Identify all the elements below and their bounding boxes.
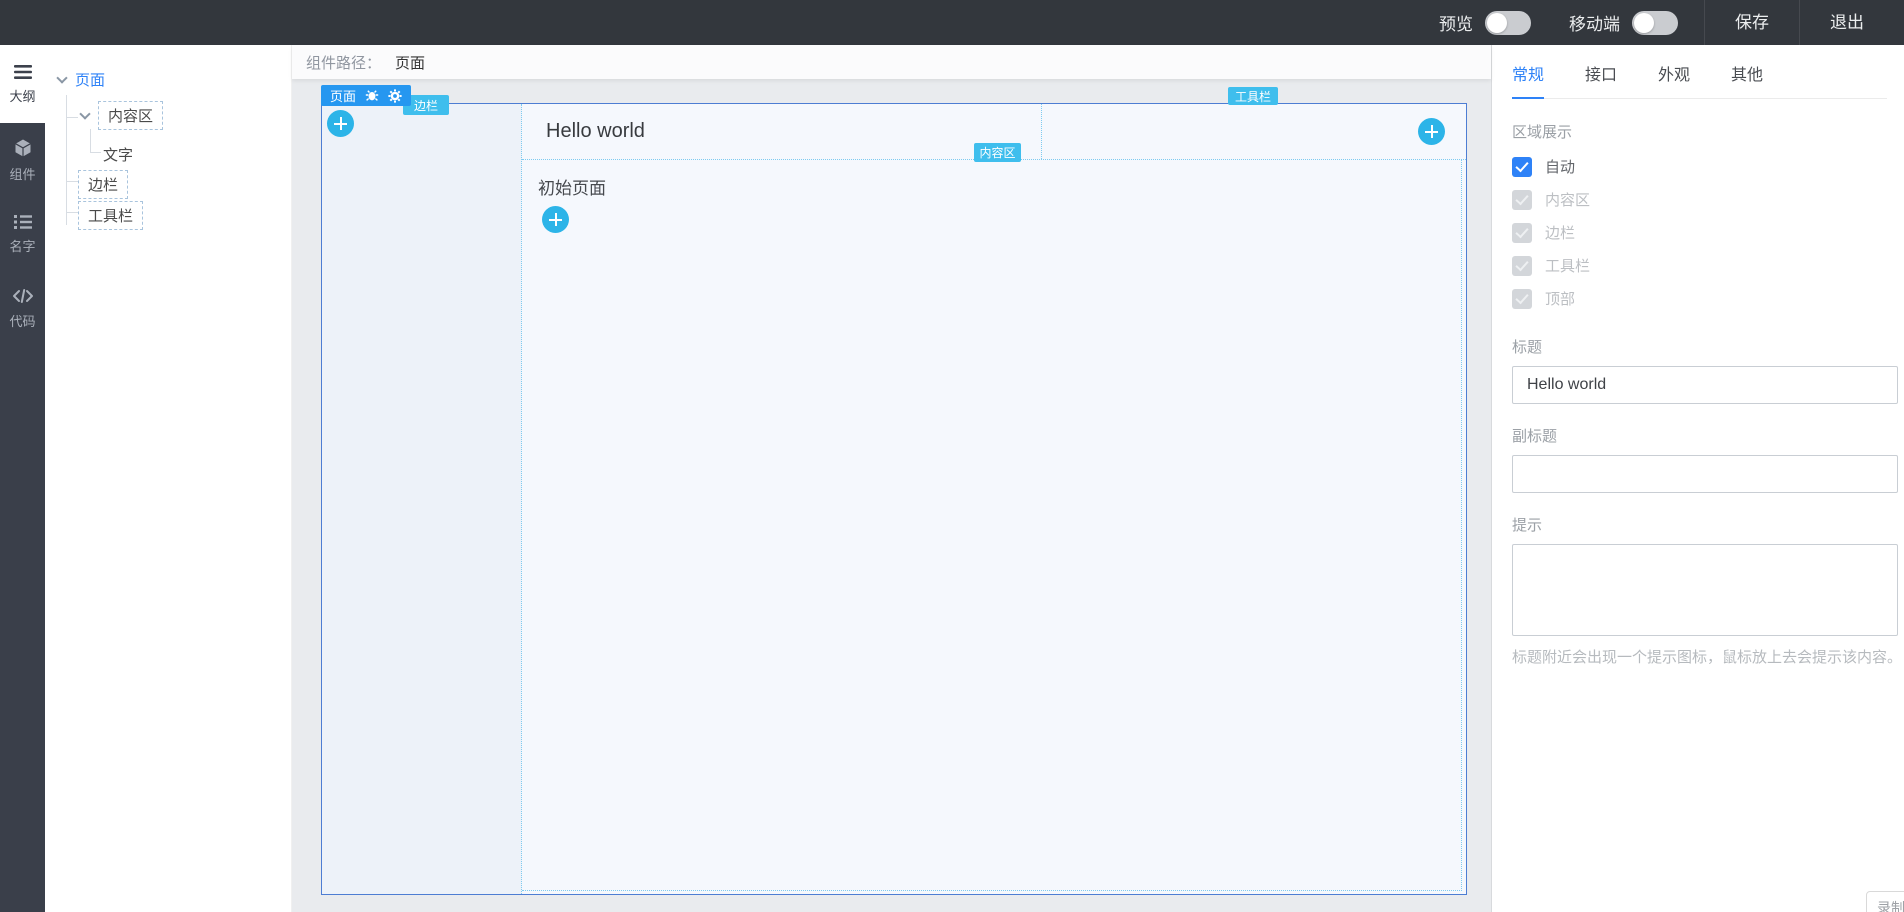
tree-node-label[interactable]: 页面 — [75, 69, 105, 90]
checkbox-label: 内容区 — [1545, 192, 1591, 209]
tab-appearance[interactable]: 外观 — [1658, 61, 1690, 85]
page-tag-label: 页面 — [330, 89, 357, 104]
rail-item-label: 组件 — [9, 166, 36, 182]
breadcrumb-page-link[interactable]: 页面 — [395, 52, 425, 73]
rail-item-outline[interactable]: 大纲 — [0, 45, 45, 123]
app-root: 预览 移动端 保存 退出 大纲 组件 名字 代码 页面 内容区 文字 边栏 工具… — [0, 0, 1904, 912]
toolbar-region-tag[interactable]: 工具栏 — [1228, 87, 1278, 105]
page-frame[interactable]: Hello world 初始页面 — [321, 103, 1467, 895]
code-icon — [12, 287, 34, 305]
add-component-button-sidebar[interactable] — [327, 110, 354, 137]
names-icon — [13, 214, 33, 230]
tip-textarea[interactable] — [1512, 544, 1898, 636]
bug-icon[interactable] — [365, 89, 379, 102]
page-content-region[interactable]: 初始页面 — [522, 160, 1462, 891]
sidebar-tag-label: 边栏 — [413, 98, 438, 113]
mobile-toggle-label: 移动端 — [1569, 15, 1620, 34]
rail-item-names[interactable]: 名字 — [0, 197, 45, 271]
save-button[interactable]: 保存 — [1705, 0, 1799, 45]
toggle-knob — [1634, 12, 1654, 33]
page-title[interactable]: Hello world — [522, 120, 645, 143]
tab-api[interactable]: 接口 — [1585, 61, 1617, 85]
page-component-tag[interactable]: 页面 — [321, 85, 412, 106]
tree-node-text[interactable]: 文字 — [101, 141, 135, 168]
checkbox-label: 自动 — [1545, 159, 1576, 176]
tree-node-label[interactable]: 文字 — [101, 141, 135, 168]
toggle-knob — [1487, 12, 1507, 33]
checkbox-label: 边栏 — [1545, 225, 1576, 242]
add-component-button-toolbar[interactable] — [1418, 118, 1445, 145]
page-sidebar-region[interactable] — [322, 104, 522, 894]
checkbox-disabled-icon — [1512, 255, 1532, 276]
tip-help-text: 标题附近会出现一个提示图标，鼠标放上去会提示该内容。 — [1512, 649, 1903, 666]
inspector-tabs: 常规 接口 外观 其他 — [1512, 61, 1887, 99]
tree-node-label[interactable]: 边栏 — [78, 170, 129, 199]
tree-node-sidebar[interactable]: 边栏 — [78, 170, 129, 199]
checkbox-label: 工具栏 — [1545, 258, 1591, 275]
rail-item-label: 代码 — [9, 313, 36, 329]
tip-field-label: 提示 — [1512, 517, 1543, 534]
tree-node-page[interactable]: 页面 — [56, 69, 105, 90]
preview-toggle-label: 预览 — [1439, 15, 1473, 34]
checkbox-row-sidebar: 边栏 — [1512, 222, 1887, 243]
component-tree-panel: 页面 内容区 文字 边栏 工具栏 — [45, 45, 292, 912]
tab-other[interactable]: 其他 — [1731, 61, 1763, 85]
tree-connector — [90, 129, 91, 152]
tree-connector — [66, 117, 78, 118]
breadcrumb: 组件路径： 页面 — [292, 45, 1491, 79]
left-icon-rail: 大纲 组件 名字 代码 — [0, 45, 45, 912]
checkbox-row-top: 顶部 — [1512, 288, 1887, 309]
title-field-label: 标题 — [1512, 339, 1543, 356]
content-region-tag[interactable]: 内容区 — [974, 143, 1021, 162]
canvas: 组件路径： 页面 页面 边栏 工具栏 内容区 Hello world 初始页面 — [292, 45, 1491, 912]
mobile-toggle[interactable] — [1632, 10, 1678, 35]
rail-item-components[interactable]: 组件 — [0, 123, 45, 197]
checkbox-checked-icon[interactable] — [1512, 156, 1532, 177]
subtitle-input[interactable] — [1512, 455, 1898, 493]
rail-item-label: 名字 — [9, 238, 36, 254]
record-button[interactable]: 录制 — [1866, 891, 1904, 912]
breadcrumb-label: 组件路径： — [306, 54, 382, 72]
chevron-down-icon[interactable] — [79, 107, 91, 120]
title-input[interactable] — [1512, 366, 1898, 404]
settings-icon[interactable] — [388, 88, 402, 103]
region-display-options: 自动 内容区 边栏 工具栏 顶部 — [1512, 156, 1887, 309]
components-icon — [13, 138, 33, 158]
topbar: 预览 移动端 保存 退出 — [0, 0, 1904, 45]
toolbar-tag-label: 工具栏 — [1234, 89, 1271, 104]
tree-node-label[interactable]: 内容区 — [98, 101, 164, 130]
rail-item-label: 大纲 — [9, 88, 36, 104]
preview-toggle[interactable] — [1485, 10, 1531, 35]
content-text[interactable]: 初始页面 — [538, 174, 606, 199]
tree-connector — [66, 181, 78, 182]
checkbox-disabled-icon — [1512, 189, 1532, 210]
tree-node-content-area[interactable]: 内容区 — [79, 101, 164, 130]
exit-button[interactable]: 退出 — [1800, 0, 1894, 45]
section-region-display: 区域展示 — [1512, 124, 1573, 141]
tree-connector — [66, 212, 78, 213]
add-component-button-content[interactable] — [542, 206, 569, 233]
outline-icon — [13, 64, 33, 80]
content-tag-label: 内容区 — [979, 146, 1016, 160]
tree-node-label[interactable]: 工具栏 — [78, 201, 144, 230]
checkbox-label: 顶部 — [1545, 291, 1576, 308]
checkbox-row-auto[interactable]: 自动 — [1512, 156, 1887, 177]
checkbox-disabled-icon — [1512, 222, 1532, 243]
subtitle-field-label: 副标题 — [1512, 428, 1558, 445]
chevron-down-icon[interactable] — [56, 71, 68, 84]
rail-item-code[interactable]: 代码 — [0, 271, 45, 345]
inspector-panel: 常规 接口 外观 其他 区域展示 自动 内容区 边栏 工具栏 顶部 标题 Hel… — [1491, 45, 1904, 912]
tree-connector — [66, 95, 67, 225]
tree-node-toolbar[interactable]: 工具栏 — [78, 201, 144, 230]
tab-general[interactable]: 常规 — [1512, 61, 1545, 99]
tree-connector — [90, 152, 101, 153]
checkbox-row-content-area: 内容区 — [1512, 189, 1887, 210]
header-toolbar-divider — [1041, 104, 1042, 159]
checkbox-row-toolbar: 工具栏 — [1512, 255, 1887, 276]
checkbox-disabled-icon — [1512, 288, 1532, 309]
